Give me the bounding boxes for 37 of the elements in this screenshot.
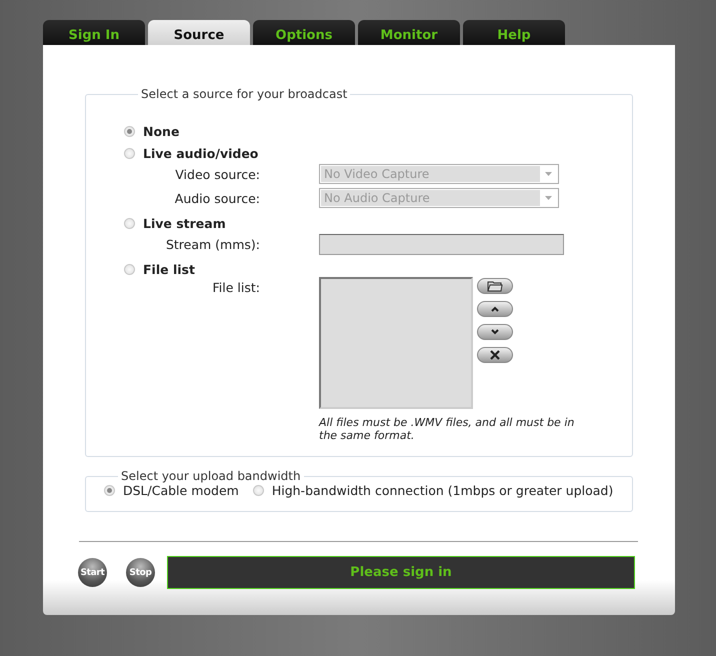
radio-button[interactable] [124,218,135,228]
move-up-button[interactable] [477,301,513,317]
round-button[interactable]: Stop [126,558,155,587]
tab[interactable]: Options [253,20,355,45]
radio-button[interactable] [124,148,135,158]
field-label: Audio source: [174,190,260,206]
option-label[interactable]: Live audio/video [143,146,258,160]
group-title: Select a source for your broadcast [140,87,348,101]
move-down-button[interactable] [477,324,513,340]
tab[interactable]: Monitor [358,20,460,45]
remove-button[interactable] [477,347,513,363]
caret-down-icon [490,328,500,336]
round-button[interactable]: Start [78,558,107,587]
tab[interactable]: Sign In [43,20,145,45]
radio-button[interactable] [124,264,135,274]
field-label: File list: [212,279,260,295]
folder-button[interactable] [477,278,513,294]
caret-icon [545,196,552,200]
folder-icon [487,280,503,292]
radio-button[interactable] [124,126,135,136]
status-bar: Please sign in [167,556,635,589]
tab[interactable]: Source [148,20,250,45]
option-label[interactable]: DSL/Cable modem [123,483,239,498]
radio-button[interactable] [252,485,264,496]
close-icon [490,350,500,360]
caret-icon [545,172,552,176]
option-label[interactable]: File list [143,262,195,276]
caret-up-icon [490,305,500,313]
format-note: All files must be .WMV files, and all must be in the same format. [319,416,576,442]
field-label: Video source: [174,166,260,182]
tab[interactable]: Help [463,20,565,45]
option-label[interactable]: Live stream [143,216,226,230]
field-label: Stream (mms): [164,236,260,252]
option-label[interactable]: High-bandwidth connection (1mbps or greater upload) [272,483,614,498]
option-label[interactable]: None [143,124,180,138]
group-title: Select your upload bandwidth [120,469,302,483]
radio-button[interactable] [104,485,115,496]
